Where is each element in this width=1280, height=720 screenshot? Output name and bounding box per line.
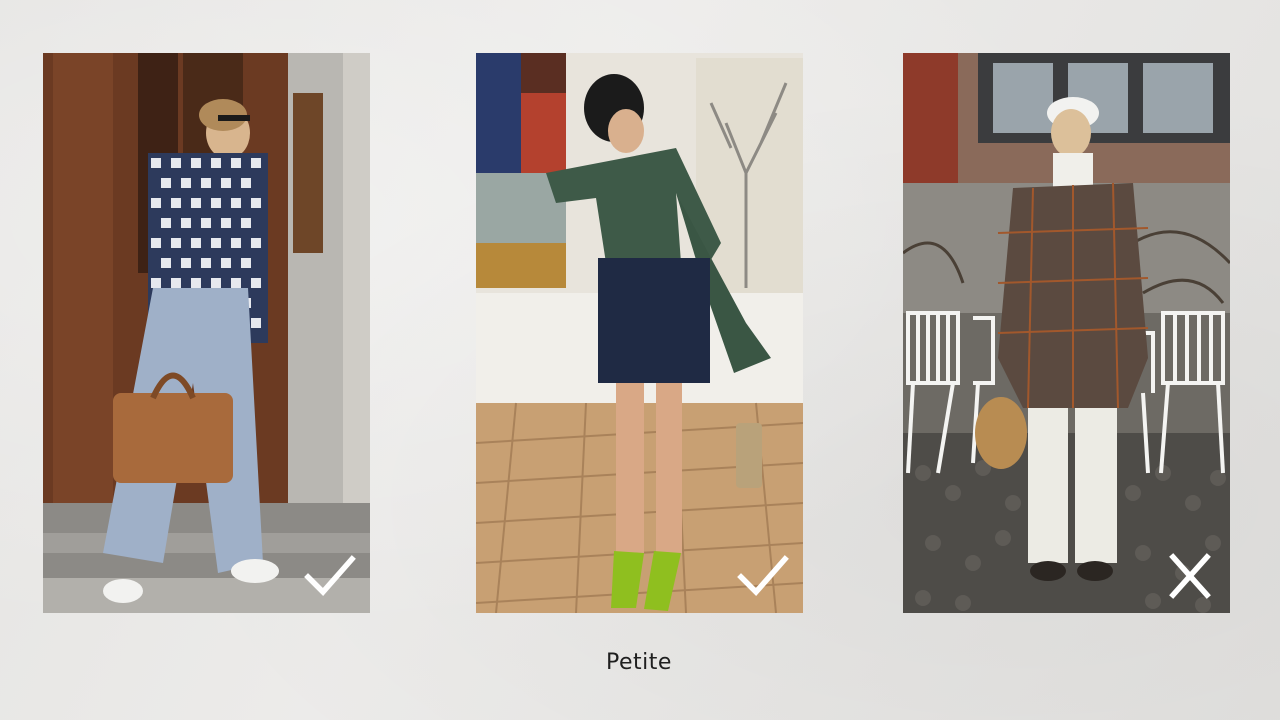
outfit-photo-1 (43, 53, 370, 613)
outfit-photo-3 (903, 53, 1230, 613)
cross-icon (1164, 553, 1216, 599)
check-icon (304, 553, 356, 599)
outfit-photo-3-image (903, 53, 1230, 613)
check-icon (737, 553, 789, 599)
outfit-photo-2-image (476, 53, 803, 613)
outfit-photo-2 (476, 53, 803, 613)
caption-title: Petite (606, 650, 672, 675)
outfit-photo-1-image (43, 53, 370, 613)
